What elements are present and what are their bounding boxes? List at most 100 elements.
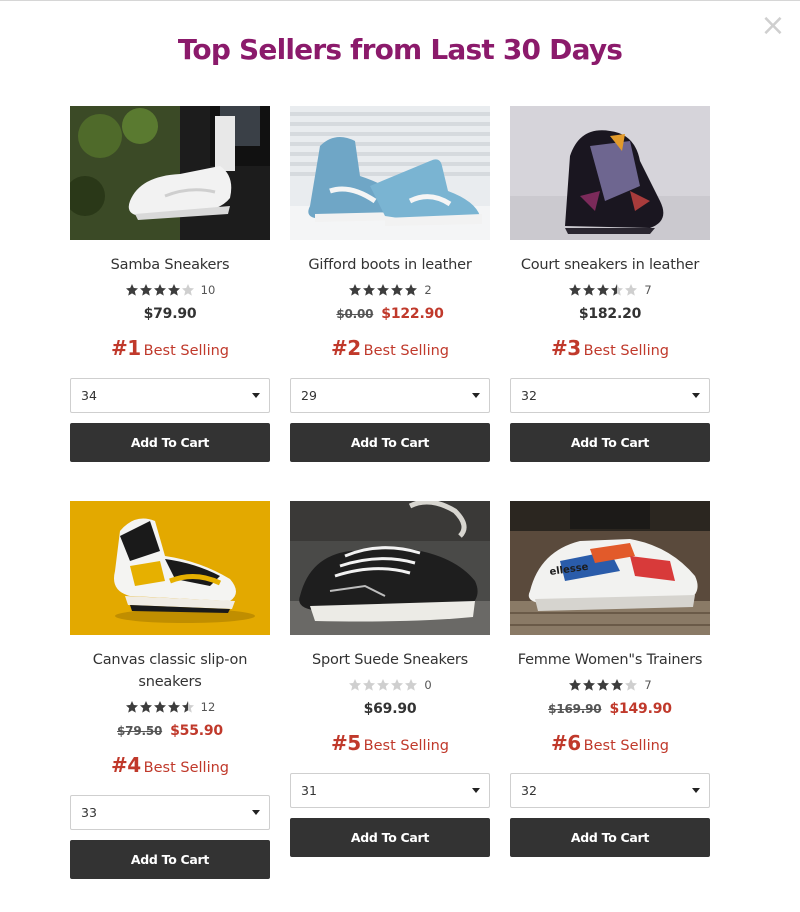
yellow-jordan-photo-icon — [70, 501, 270, 635]
current-price: $149.90 — [609, 701, 672, 717]
old-price: $79.50 — [117, 724, 163, 738]
star-icon — [583, 284, 596, 296]
rank-number: #6 — [550, 731, 581, 755]
star-rating-icon — [568, 678, 638, 692]
rating-count: 7 — [644, 678, 652, 692]
product-price: $0.00 $122.90 — [290, 306, 490, 324]
product-image[interactable] — [290, 106, 490, 240]
star-icon — [611, 284, 624, 296]
star-icon — [391, 679, 404, 691]
product-grid: Samba Sneakers 10 $79.90 #1 Best Selling … — [70, 106, 710, 879]
add-to-cart-button[interactable]: Add To Cart — [510, 818, 710, 857]
current-price: $122.90 — [381, 306, 444, 322]
star-icon — [167, 701, 180, 713]
product-name[interactable]: Court sneakers in leather — [510, 254, 710, 276]
current-price: $69.90 — [363, 701, 417, 717]
best-selling-rank: #3 Best Selling — [510, 336, 710, 360]
product-name[interactable]: Samba Sneakers — [70, 254, 270, 276]
star-icon — [597, 284, 610, 296]
old-price: $169.90 — [548, 702, 602, 716]
rating-count: 10 — [200, 283, 216, 297]
size-value: 34 — [81, 388, 97, 403]
current-price: $79.90 — [143, 306, 197, 322]
chevron-down-icon — [252, 393, 260, 398]
product-image[interactable] — [70, 106, 270, 240]
product-image[interactable] — [290, 501, 490, 635]
star-icon — [377, 679, 390, 691]
purple-jordan-photo-icon — [510, 106, 710, 240]
size-value: 33 — [81, 805, 97, 820]
product-rating: 7 — [510, 282, 710, 298]
star-icon — [153, 701, 166, 713]
size-value: 32 — [521, 388, 537, 403]
add-to-cart-button[interactable]: Add To Cart — [70, 840, 270, 879]
star-icon — [569, 679, 582, 691]
rank-number: #3 — [550, 336, 581, 360]
old-price: $0.00 — [336, 307, 374, 321]
best-selling-rank: #2 Best Selling — [290, 336, 490, 360]
best-selling-rank: #6 Best Selling — [510, 731, 710, 755]
star-icon — [139, 284, 152, 296]
size-value: 32 — [521, 783, 537, 798]
product-image[interactable] — [510, 106, 710, 240]
star-icon — [125, 284, 138, 296]
star-icon — [583, 679, 596, 691]
star-icon — [569, 284, 582, 296]
rating-count: 0 — [424, 678, 432, 692]
chevron-down-icon — [692, 788, 700, 793]
add-to-cart-button[interactable]: Add To Cart — [70, 423, 270, 462]
star-icon — [405, 679, 418, 691]
rank-label: Best Selling — [363, 738, 449, 754]
chevron-down-icon — [472, 788, 480, 793]
product-card: Canvas classic slip-on sneakers 12 $79.5… — [70, 501, 270, 879]
size-select[interactable]: 34 — [70, 378, 270, 413]
black-canvas-sneaker-photo-icon — [290, 501, 490, 635]
product-name[interactable]: Gifford boots in leather — [290, 254, 490, 276]
product-price: $79.90 — [70, 306, 270, 324]
chevron-down-icon — [252, 810, 260, 815]
star-rating-icon — [568, 283, 638, 297]
product-rating: 2 — [290, 282, 490, 298]
product-image[interactable]: ellesse — [510, 501, 710, 635]
size-select[interactable]: 29 — [290, 378, 490, 413]
size-select[interactable]: 33 — [70, 795, 270, 830]
size-select[interactable]: 32 — [510, 773, 710, 808]
product-card: Court sneakers in leather 7 $182.20 #3 Be… — [510, 106, 710, 462]
product-name[interactable]: Sport Suede Sneakers — [290, 649, 490, 671]
rank-label: Best Selling — [363, 343, 449, 359]
star-icon — [597, 679, 610, 691]
rating-count: 12 — [200, 700, 216, 714]
product-name[interactable]: Femme Women"s Trainers — [510, 649, 710, 671]
product-card: Gifford boots in leather 2 $0.00 $122.90 … — [290, 106, 490, 462]
star-icon — [405, 284, 418, 296]
product-rating: 12 — [70, 699, 270, 715]
rating-count: 7 — [644, 283, 652, 297]
star-icon — [625, 284, 638, 296]
add-to-cart-button[interactable]: Add To Cart — [290, 423, 490, 462]
product-rating: 10 — [70, 282, 270, 298]
add-to-cart-button[interactable]: Add To Cart — [510, 423, 710, 462]
rank-label: Best Selling — [143, 760, 229, 776]
star-icon — [625, 679, 638, 691]
star-rating-icon — [125, 283, 195, 297]
star-icon — [363, 679, 376, 691]
size-select[interactable]: 32 — [510, 378, 710, 413]
star-rating-icon — [348, 283, 418, 297]
product-image[interactable] — [70, 501, 270, 635]
star-icon — [167, 284, 180, 296]
size-select[interactable]: 31 — [290, 773, 490, 808]
star-icon — [125, 701, 138, 713]
best-selling-rank: #4 Best Selling — [70, 753, 270, 777]
rank-number: #4 — [110, 753, 141, 777]
rank-number: #5 — [330, 731, 361, 755]
product-price: $182.20 — [510, 306, 710, 324]
best-selling-rank: #1 Best Selling — [70, 336, 270, 360]
product-card: Sport Suede Sneakers 0 $69.90 #5 Best Sel… — [290, 501, 490, 857]
product-name[interactable]: Canvas classic slip-on sneakers — [70, 649, 270, 693]
star-icon — [349, 284, 362, 296]
current-price: $182.20 — [578, 306, 642, 322]
rank-number: #2 — [330, 336, 361, 360]
add-to-cart-button[interactable]: Add To Cart — [290, 818, 490, 857]
star-icon — [349, 679, 362, 691]
best-selling-rank: #5 Best Selling — [290, 731, 490, 755]
